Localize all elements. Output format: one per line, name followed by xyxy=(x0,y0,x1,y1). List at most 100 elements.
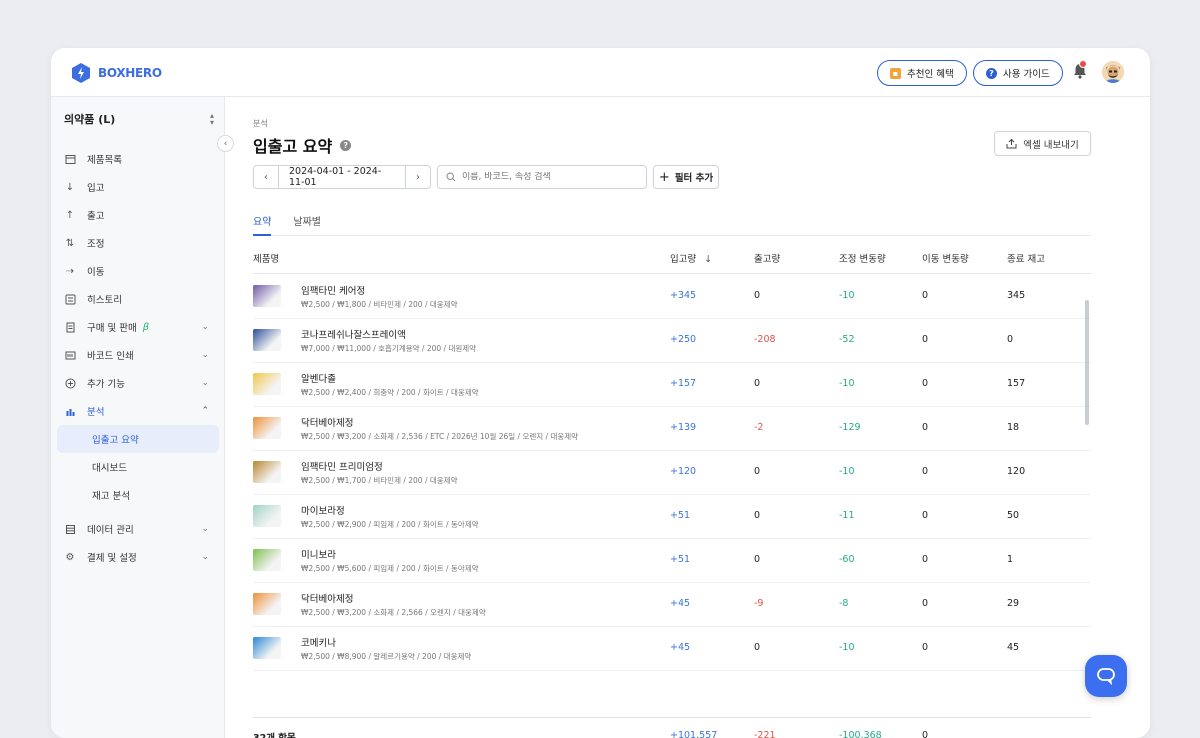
excel-export-button[interactable]: 엑셀 내보내기 xyxy=(994,131,1091,156)
boxhero-logo-icon xyxy=(72,63,90,83)
product-thumbnail xyxy=(253,417,281,439)
cell-out: 0 xyxy=(754,554,761,565)
next-range-button[interactable]: › xyxy=(406,166,430,188)
sidebar-item-billing-settings[interactable]: ⚙ 결제 및 설정 ⌄ xyxy=(51,543,225,571)
add-filter-button[interactable]: + 필터 추가 xyxy=(653,165,719,189)
logo[interactable]: BOXHERO xyxy=(70,62,162,84)
tab-summary[interactable]: 요약 xyxy=(253,210,272,236)
date-range-field[interactable]: 2024-04-01 - 2024-11-01 xyxy=(278,166,406,188)
column-header-adjust[interactable]: 조정 변동량 xyxy=(839,251,886,265)
referral-label: 추천인 혜택 xyxy=(907,69,954,80)
breadcrumb: 분석 xyxy=(253,119,268,128)
sidebar-item-stock-out[interactable]: ↑ 출고 xyxy=(51,201,225,229)
cell-in: +45 xyxy=(670,598,691,609)
product-name: 임팩타민 케어정 xyxy=(301,286,366,297)
cell-in: +157 xyxy=(670,378,697,389)
product-attributes: ₩2,500 / ₩1,700 / 비타민제 / 200 / 대웅제약 xyxy=(301,476,458,485)
table-row[interactable]: 마이보라정 ₩2,500 / ₩2,900 / 피임제 / 200 / 화이트 /… xyxy=(253,495,1091,539)
sort-down-icon: ↓ xyxy=(704,253,713,265)
cell-out: 0 xyxy=(754,290,761,301)
table-row[interactable]: 알벤다졸 ₩2,500 / ₩2,400 / 회충약 / 200 / 화이트 / … xyxy=(253,363,1091,407)
table-row[interactable]: 코나프레쉬나잘스프레이액 ₩7,000 / ₩11,000 / 호흡기계용약 / … xyxy=(253,319,1091,363)
total-move: 0 xyxy=(922,730,929,738)
excel-export-label: 엑셀 내보내기 xyxy=(1023,139,1079,151)
product-attributes: ₩2,500 / ₩2,400 / 회충약 / 200 / 화이트 / 대웅제약 xyxy=(301,388,479,397)
chevron-down-icon: ⌄ xyxy=(201,322,209,332)
product-thumbnail xyxy=(253,593,281,615)
cell-out: -9 xyxy=(754,598,764,609)
cell-out: 0 xyxy=(754,642,761,653)
sidebar-item-data-management[interactable]: 데이터 관리 ⌄ xyxy=(51,515,225,543)
settings-icon: ⚙ xyxy=(65,551,75,563)
arrow-down-icon: ↓ xyxy=(65,181,75,193)
workspace-selector[interactable]: 의약품 (L) ▴ ▾ xyxy=(64,111,214,127)
table-footer: 32개 항목 +101,557 -221 -100,368 0 xyxy=(253,717,1091,738)
app-window: BOXHERO ▪ 추천인 혜택 ? 사용 가이드 의약품 (L) ▴ ▾ 제품… xyxy=(51,48,1150,738)
notification-badge xyxy=(1079,60,1087,68)
product-name: 코나프레쉬나잘스프레이액 xyxy=(301,330,406,341)
sidebar-item-stock-in[interactable]: ↓ 입고 xyxy=(51,173,225,201)
sidebar-subitem-stock-analysis[interactable]: 재고 분석 xyxy=(57,481,219,509)
cell-in: +120 xyxy=(670,466,697,477)
sidebar-item-history[interactable]: 히스토리 xyxy=(51,285,225,313)
collapse-sidebar-button[interactable]: ‹ xyxy=(217,135,234,152)
referral-button[interactable]: ▪ 추천인 혜택 xyxy=(877,60,967,86)
sidebar-item-move[interactable]: ⇢ 이동 xyxy=(51,257,225,285)
sidebar-item-adjust[interactable]: ⇅ 조정 xyxy=(51,229,225,257)
product-thumbnail xyxy=(253,637,281,659)
sidebar-subitem-inout-summary[interactable]: 입출고 요약 xyxy=(57,425,219,453)
column-header-in[interactable]: 입고량 ↓ xyxy=(670,251,712,265)
column-header-move[interactable]: 이동 변동량 xyxy=(922,251,969,265)
column-header-name[interactable]: 제품명 xyxy=(253,251,279,265)
sidebar-item-analysis[interactable]: 분석 ⌃ xyxy=(51,397,225,425)
sidebar-item-label: 추가 기능 xyxy=(87,379,125,390)
table-row[interactable]: 임팩타민 프리미엄정 ₩2,500 / ₩1,700 / 비타민제 / 200 /… xyxy=(253,451,1091,495)
nav-menu: 제품목록 ↓ 입고 ↑ 출고 ⇅ 조정 ⇢ 이동 히스토리 구매 및 판매 β … xyxy=(51,145,225,571)
filter-bar: ‹ 2024-04-01 - 2024-11-01 › + 필터 추가 xyxy=(253,165,719,189)
search-input[interactable] xyxy=(462,172,632,182)
cell-out: 0 xyxy=(754,466,761,477)
sidebar-item-barcode[interactable]: 바코드 인쇄 ⌄ xyxy=(51,341,225,369)
tab-by-date[interactable]: 날짜별 xyxy=(293,210,321,236)
guide-button[interactable]: ? 사용 가이드 xyxy=(973,60,1063,86)
cell-in: +45 xyxy=(670,642,691,653)
sidebar-subitem-label: 재고 분석 xyxy=(92,491,130,502)
table-row[interactable]: 코메키나 ₩2,500 / ₩8,900 / 알레르기용약 / 200 / 대웅제… xyxy=(253,627,1091,671)
sidebar-item-extensions[interactable]: 추가 기능 ⌄ xyxy=(51,369,225,397)
product-thumbnail xyxy=(253,549,281,571)
cell-end: 0 xyxy=(1007,334,1014,345)
chat-support-button[interactable] xyxy=(1085,655,1127,697)
cell-move: 0 xyxy=(922,466,929,477)
sidebar-item-products[interactable]: 제품목록 xyxy=(51,145,225,173)
chevron-down-icon: ⌄ xyxy=(201,552,209,562)
document-icon xyxy=(64,321,76,333)
guide-label: 사용 가이드 xyxy=(1003,69,1050,80)
product-name: 임팩타민 프리미엄정 xyxy=(301,462,383,473)
column-header-out[interactable]: 출고량 xyxy=(754,251,780,265)
export-icon xyxy=(1006,138,1017,149)
cell-in: +250 xyxy=(670,334,697,345)
product-thumbnail xyxy=(253,285,281,307)
cell-move: 0 xyxy=(922,290,929,301)
sidebar-item-purchase-sales[interactable]: 구매 및 판매 β ⌄ xyxy=(51,313,225,341)
table-row[interactable]: 임팩타민 케어정 ₩2,500 / ₩1,800 / 비타민제 / 200 / 대… xyxy=(253,275,1091,319)
column-header-end-stock[interactable]: 종료 재고 xyxy=(1007,251,1045,265)
cell-adj: -60 xyxy=(839,554,855,565)
tab-bar: 요약 날짜별 xyxy=(253,210,1091,236)
table-scrollbar[interactable] xyxy=(1085,300,1089,425)
avatar[interactable] xyxy=(1102,61,1124,83)
prev-range-button[interactable]: ‹ xyxy=(254,166,278,188)
product-attributes: ₩2,500 / ₩5,600 / 피임제 / 200 / 화이트 / 동아제약 xyxy=(301,564,479,573)
table-row[interactable]: 닥터베아제정 ₩2,500 / ₩3,200 / 소화제 / 2,566 / 오렌… xyxy=(253,583,1091,627)
cell-out: -2 xyxy=(754,422,764,433)
chevron-up-icon: ⌃ xyxy=(201,406,209,416)
sidebar-subitem-label: 입출고 요약 xyxy=(92,435,139,446)
page-title-text: 입출고 요약 xyxy=(253,137,333,156)
table-row[interactable]: 닥터베아제정 ₩2,500 / ₩3,200 / 소화제 / 2,536 / ET… xyxy=(253,407,1091,451)
sidebar-subitem-dashboard[interactable]: 대시보드 xyxy=(57,453,219,481)
table-row[interactable]: 미니보라 ₩2,500 / ₩5,600 / 피임제 / 200 / 화이트 / … xyxy=(253,539,1091,583)
cell-end: 1 xyxy=(1007,554,1014,565)
cell-out: 0 xyxy=(754,378,761,389)
help-icon[interactable]: ? xyxy=(340,139,352,151)
product-attributes: ₩7,000 / ₩11,000 / 호흡기계용약 / 200 / 대원제약 xyxy=(301,344,477,353)
